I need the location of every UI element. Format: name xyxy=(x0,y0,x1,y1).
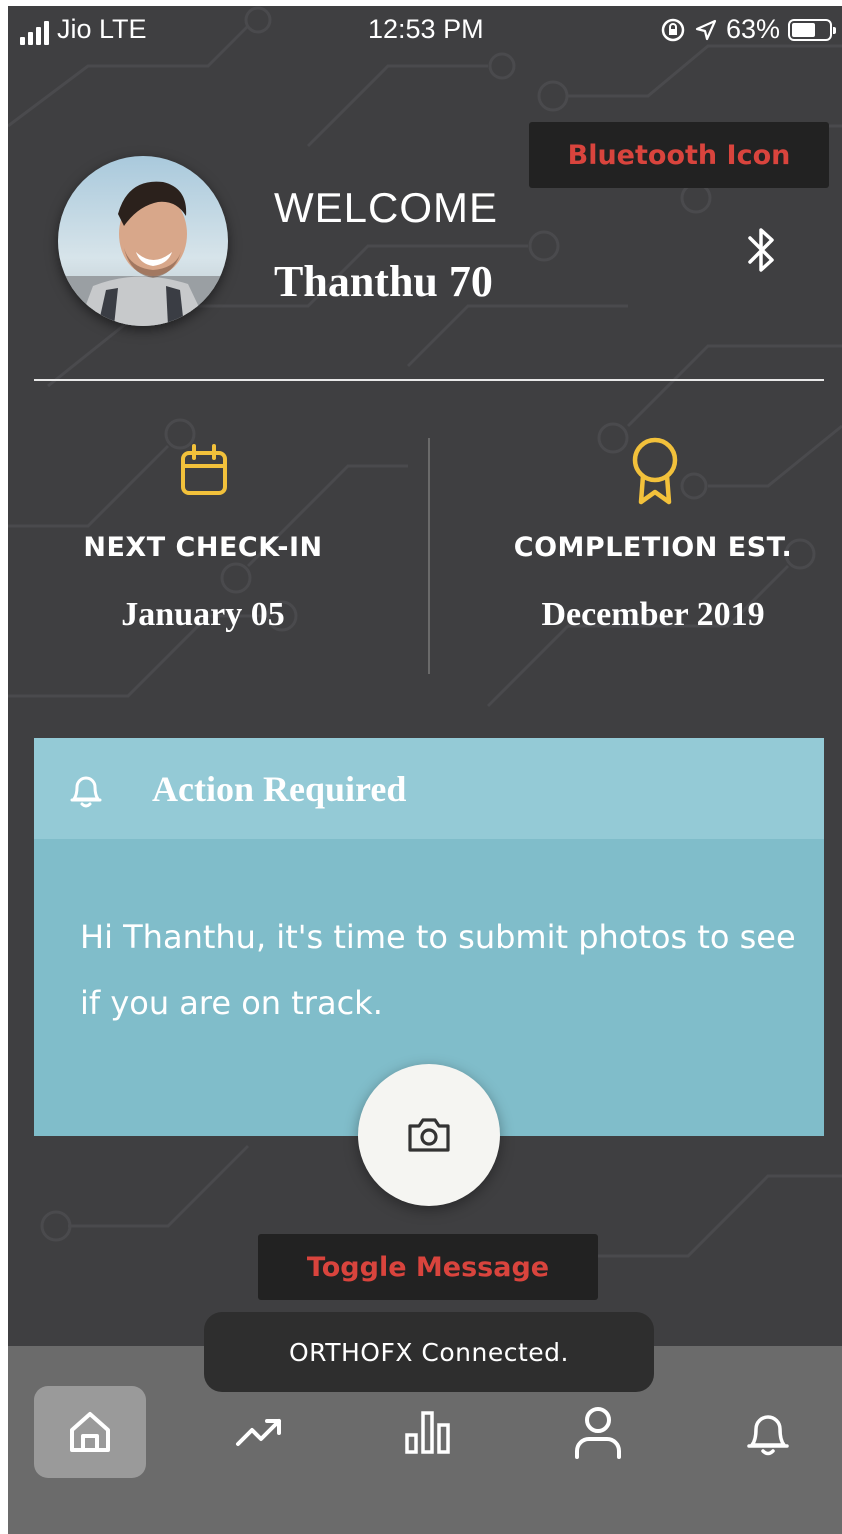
notifications-bell-icon xyxy=(747,1415,789,1456)
connection-toast: ORTHOFX Connected. xyxy=(204,1312,654,1392)
battery-fill xyxy=(792,22,815,37)
completion-title: COMPLETION EST. xyxy=(513,532,793,563)
avatar[interactable] xyxy=(58,156,228,326)
user-name: Thanthu 70 xyxy=(274,257,493,306)
calendar-icon xyxy=(181,444,227,495)
signal-strength-icon xyxy=(20,21,49,45)
carrier-label: Jio LTE xyxy=(57,14,147,44)
toggle-message-button[interactable]: Toggle Message xyxy=(258,1234,598,1300)
stats-divider xyxy=(428,438,430,674)
orientation-lock-icon xyxy=(661,18,685,41)
card-message: Hi Thanthu, it's time to submit photos t… xyxy=(80,918,796,1022)
trending-up-icon xyxy=(236,1419,281,1446)
next-checkin-title: NEXT CHECK-IN xyxy=(83,532,323,563)
completion-date: December 2019 xyxy=(541,596,765,633)
status-bar: Jio LTE 12:53 PM 63% xyxy=(8,6,842,56)
carrier-info: Jio LTE xyxy=(20,14,147,45)
nav-notifications[interactable] xyxy=(712,1386,824,1478)
nav-profile[interactable] xyxy=(542,1386,654,1478)
avatar-photo xyxy=(58,181,228,326)
award-ribbon-icon xyxy=(632,437,678,505)
card-title: Action Required xyxy=(152,768,407,809)
card-header: Action Required xyxy=(34,738,824,839)
bluetooth-icon-button[interactable]: Bluetooth Icon xyxy=(529,122,829,188)
camera-button[interactable] xyxy=(358,1064,500,1206)
next-checkin-date: January 05 xyxy=(121,596,285,633)
battery-icon xyxy=(788,18,836,41)
toast-message: ORTHOFX Connected. xyxy=(289,1337,569,1367)
profile-icon xyxy=(575,1407,621,1459)
nav-progress[interactable] xyxy=(204,1386,316,1478)
camera-icon xyxy=(408,1118,450,1152)
clock: 12:53 PM xyxy=(368,14,484,44)
header-divider xyxy=(34,379,824,381)
battery-percent: 63% xyxy=(725,14,780,44)
nav-home[interactable] xyxy=(34,1386,146,1478)
bell-icon xyxy=(70,776,102,807)
status-right: 63% xyxy=(660,14,836,45)
location-arrow-icon xyxy=(695,19,717,40)
app-screen: Jio LTE 12:53 PM 63% Bluetooth Icon WELC… xyxy=(8,6,842,1534)
home-icon xyxy=(70,1412,110,1452)
welcome-label: WELCOME xyxy=(274,184,499,231)
bluetooth-icon[interactable] xyxy=(744,224,778,276)
bar-chart-icon xyxy=(405,1411,450,1454)
nav-stats[interactable] xyxy=(372,1386,484,1478)
